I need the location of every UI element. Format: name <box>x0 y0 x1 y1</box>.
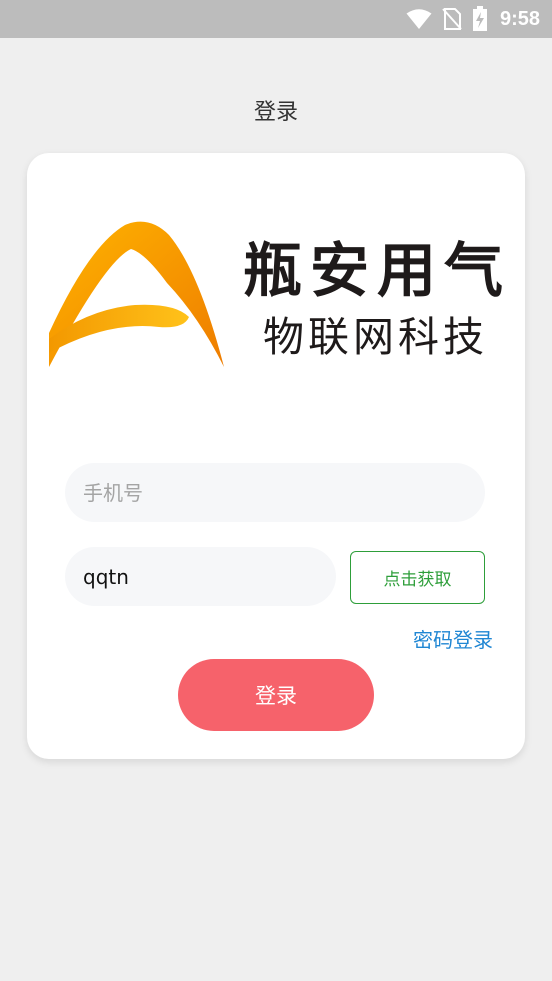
get-code-button[interactable]: 点击获取 <box>350 551 485 604</box>
page-title: 登录 <box>253 100 298 125</box>
status-time: 9:58 <box>499 7 540 30</box>
password-login-link[interactable]: 密码登录 <box>413 624 493 653</box>
logo-icon <box>49 221 225 373</box>
phone-input-wrapper <box>65 463 485 522</box>
logo-title: 瓶安用气 <box>243 236 512 305</box>
wifi-icon <box>406 8 432 30</box>
phone-input[interactable] <box>81 479 469 506</box>
status-icons: 9:58 <box>406 0 540 38</box>
battery-charging-icon <box>472 6 488 32</box>
status-bar: 9:58 <box>0 0 552 38</box>
login-button[interactable]: 登录 <box>178 659 374 731</box>
login-card: 瓶安用气 物联网科技 点击获取 密码登录 登录 <box>27 153 525 759</box>
no-sim-icon <box>442 7 462 31</box>
logo-subtitle: 物联网科技 <box>263 313 488 361</box>
code-input-wrapper <box>65 547 336 606</box>
verification-code-input[interactable] <box>81 563 320 590</box>
